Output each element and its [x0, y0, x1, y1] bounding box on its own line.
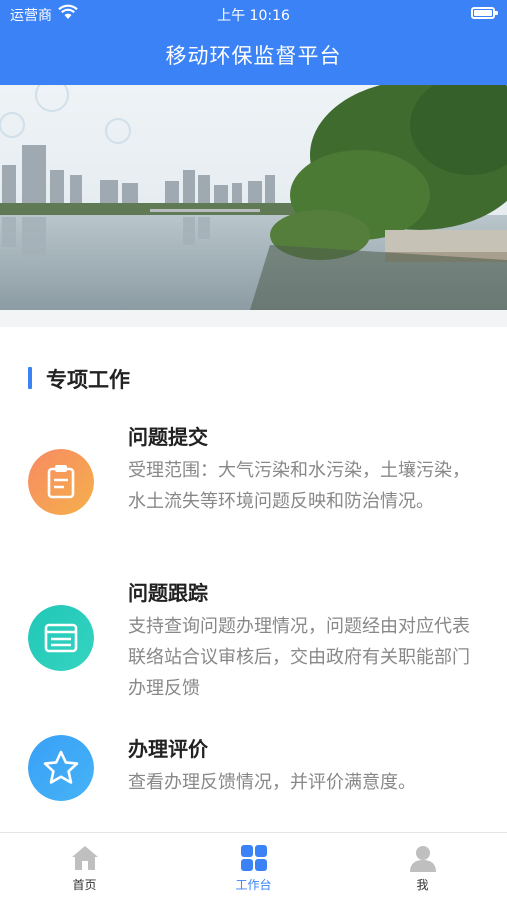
special-work-card: 专项工作 问题提交 受理范围：大气污染和水污染，土壤污染，水土流失等环境问题反映… [0, 327, 507, 832]
status-bar: 运营商 上午 10:16 [0, 0, 507, 28]
app-header: 运营商 上午 10:16 移动环保监督平台 [0, 0, 507, 85]
tab-home[interactable]: 首页 [0, 833, 169, 900]
browser-window-icon [28, 605, 94, 671]
user-icon [410, 846, 436, 872]
section-accent-bar [28, 367, 32, 389]
battery-icon [471, 7, 498, 19]
item-title: 问题跟踪 [128, 581, 208, 605]
section-title: 专项工作 [46, 368, 130, 392]
list-item-evaluate[interactable]: 办理评价 查看办理反馈情况，并评价满意度。 [0, 731, 507, 821]
item-title: 办理评价 [128, 737, 208, 761]
item-description: 支持查询问题办理情况，问题经由对应代表联络站合议审核后，交由政府有关职能部门办理… [128, 616, 470, 699]
item-description: 查看办理反馈情况，并评价满意度。 [128, 772, 416, 793]
tab-label: 我 [416, 878, 429, 892]
tab-label: 工作台 [235, 878, 272, 892]
home-icon [72, 846, 98, 870]
list-item-submit-issue[interactable]: 问题提交 受理范围：大气污染和水污染，土壤污染，水土流失等环境问题反映和防治情况… [0, 419, 507, 549]
star-icon [28, 735, 94, 801]
clock: 上午 10:16 [217, 8, 290, 24]
tab-me[interactable]: 我 [338, 833, 507, 900]
page-title: 移动环保监督平台 [165, 44, 342, 68]
item-description: 受理范围：大气污染和水污染，土壤污染，水土流失等环境问题反映和防治情况。 [128, 460, 470, 512]
clipboard-icon [28, 449, 94, 515]
list-item-track-issue[interactable]: 问题跟踪 支持查询问题办理情况，问题经由对应代表联络站合议审核后，交由政府有关职… [0, 575, 507, 705]
grid-icon [241, 845, 267, 871]
bottom-tab-bar: 首页 工作台 我 [0, 832, 507, 900]
banner-image[interactable] [0, 85, 507, 310]
tab-workbench[interactable]: 工作台 [169, 833, 338, 900]
item-title: 问题提交 [128, 425, 208, 449]
tab-label: 首页 [72, 878, 97, 892]
